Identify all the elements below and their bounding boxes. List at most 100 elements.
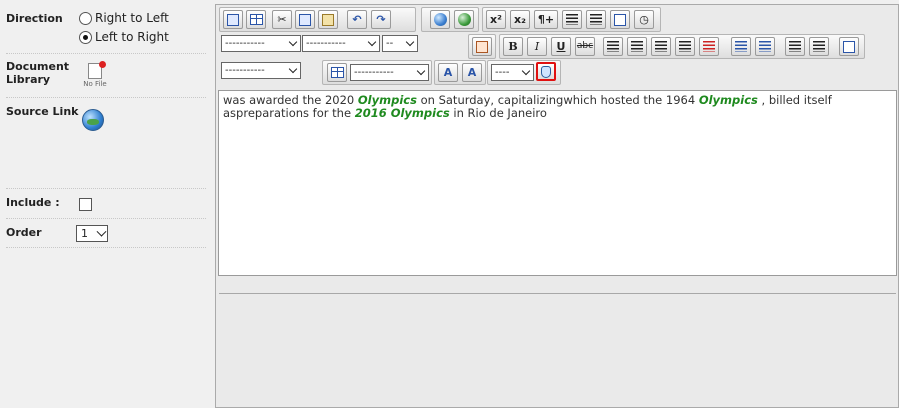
text-run: was awarded the 2020 (223, 93, 358, 107)
no-file-button[interactable]: No File (80, 61, 110, 88)
highlight-color-button[interactable]: A (462, 63, 482, 82)
source-link-label: Source Link (6, 105, 79, 118)
align-list-button[interactable] (586, 10, 606, 29)
source-link-globe-icon[interactable] (82, 109, 104, 131)
text-run: aspreparations for the (223, 106, 355, 120)
class-value: ---- (495, 67, 510, 78)
class-select[interactable]: ---- (491, 64, 534, 81)
bold-icon: B (508, 40, 518, 53)
paragraph-icon: ¶+ (537, 13, 555, 26)
insert-time-button[interactable]: ◷ (634, 10, 654, 29)
cut-button[interactable]: ✂ (272, 10, 292, 29)
insert-link-button[interactable] (430, 10, 450, 29)
select-caret (363, 36, 379, 51)
separator (6, 188, 206, 189)
content-line-2: aspreparations for the 2016 Olympics in … (223, 107, 892, 120)
subscript-icon: x₂ (514, 13, 526, 26)
include-checkbox[interactable] (79, 198, 92, 211)
chevron-down-icon (367, 37, 377, 47)
justify-icon (679, 41, 691, 52)
paragraph-format-value: ----------- (225, 38, 265, 49)
order-select[interactable]: 1 (76, 225, 108, 242)
clock-icon: ◷ (639, 13, 649, 26)
strikethrough-button[interactable]: abc (575, 37, 595, 56)
separator (6, 218, 206, 219)
paste-button[interactable] (318, 10, 338, 29)
direction-rtl-radio[interactable] (79, 11, 92, 25)
spellcheck-button[interactable] (562, 10, 582, 29)
text-run: in Rio de Janeiro (449, 106, 547, 120)
highlight-color-icon: A (467, 66, 477, 79)
document-icon (614, 14, 626, 26)
toolbar-group-format: x² x₂ ¶+ ◷ (482, 7, 661, 32)
align-right-icon (655, 41, 667, 52)
direction-ltr-radio[interactable] (79, 30, 92, 44)
image-icon (476, 41, 488, 53)
unlink-globe-icon (457, 13, 471, 26)
toolbar-group-links (421, 7, 479, 32)
superscript-button[interactable]: x² (486, 10, 506, 29)
align-center-button[interactable] (627, 37, 647, 56)
style-select[interactable]: ----------- (221, 62, 301, 79)
paragraph-format-select[interactable]: ----------- (221, 35, 301, 52)
align-left-icon (607, 41, 619, 52)
select-all-icon (249, 14, 263, 25)
insert-image-button[interactable] (472, 37, 492, 56)
editor-content-area[interactable]: was awarded the 2020 Olympics on Saturda… (218, 90, 897, 276)
toolbar-group-text: B I U abc (499, 34, 865, 59)
font-color-icon: A (443, 66, 453, 79)
font-size-select[interactable]: -- (382, 35, 418, 52)
no-file-text: No File (83, 80, 107, 88)
editor-divider (219, 293, 896, 294)
select-caret (517, 65, 533, 80)
text-run: , billed itself (757, 93, 832, 107)
font-family-value: ----------- (306, 38, 346, 49)
font-color-button[interactable]: A (438, 63, 458, 82)
remove-link-button[interactable] (454, 10, 474, 29)
order-value: 1 (81, 227, 88, 240)
paragraph-button[interactable]: ¶+ (534, 10, 558, 29)
redo-icon: ↷ (376, 13, 386, 26)
subscript-button[interactable]: x₂ (510, 10, 530, 29)
document-library-label: Document Library (6, 60, 70, 86)
chevron-down-icon (96, 226, 107, 237)
align-right-button[interactable] (651, 37, 671, 56)
horizontal-rule-button[interactable] (699, 37, 719, 56)
italic-button[interactable]: I (527, 37, 547, 56)
outdent-button[interactable] (731, 37, 751, 56)
strikethrough-icon: abc (576, 41, 594, 51)
redo-button[interactable]: ↷ (371, 10, 391, 29)
ordered-list-icon (789, 41, 801, 52)
font-family-select[interactable]: ----------- (302, 35, 380, 52)
style-value: ----------- (225, 65, 265, 76)
align-left-button[interactable] (603, 37, 623, 56)
keyword-run: 2016 Olympics (354, 106, 450, 120)
direction-ltr-option[interactable]: Left to Right (79, 30, 169, 44)
scissors-icon: ✂ (277, 13, 287, 26)
ordered-list-button[interactable] (785, 37, 805, 56)
link-globe-icon (433, 13, 447, 26)
align-lines-icon (590, 14, 602, 25)
undo-button[interactable]: ↶ (347, 10, 367, 29)
direction-rtl-label: Right to Left (95, 11, 169, 25)
toolbar-group-image (468, 34, 496, 59)
insert-object-button[interactable] (536, 62, 556, 81)
insert-table-button[interactable] (327, 63, 347, 82)
include-label: Include : (6, 196, 60, 209)
chevron-down-icon (288, 37, 298, 47)
underline-button[interactable]: U (551, 37, 571, 56)
select-all-button[interactable] (246, 10, 266, 29)
indent-button[interactable] (755, 37, 775, 56)
document-button[interactable] (610, 10, 630, 29)
separator (6, 97, 206, 98)
table-format-select[interactable]: ----------- (350, 64, 429, 81)
chevron-down-icon (416, 66, 426, 76)
copy-button[interactable] (295, 10, 315, 29)
edit-properties-button[interactable] (839, 37, 859, 56)
direction-rtl-option[interactable]: Right to Left (79, 11, 169, 25)
bold-button[interactable]: B (503, 37, 523, 56)
keyword-run: Olympics (698, 93, 758, 107)
print-button[interactable] (223, 10, 243, 29)
unordered-list-button[interactable] (809, 37, 829, 56)
justify-button[interactable] (675, 37, 695, 56)
